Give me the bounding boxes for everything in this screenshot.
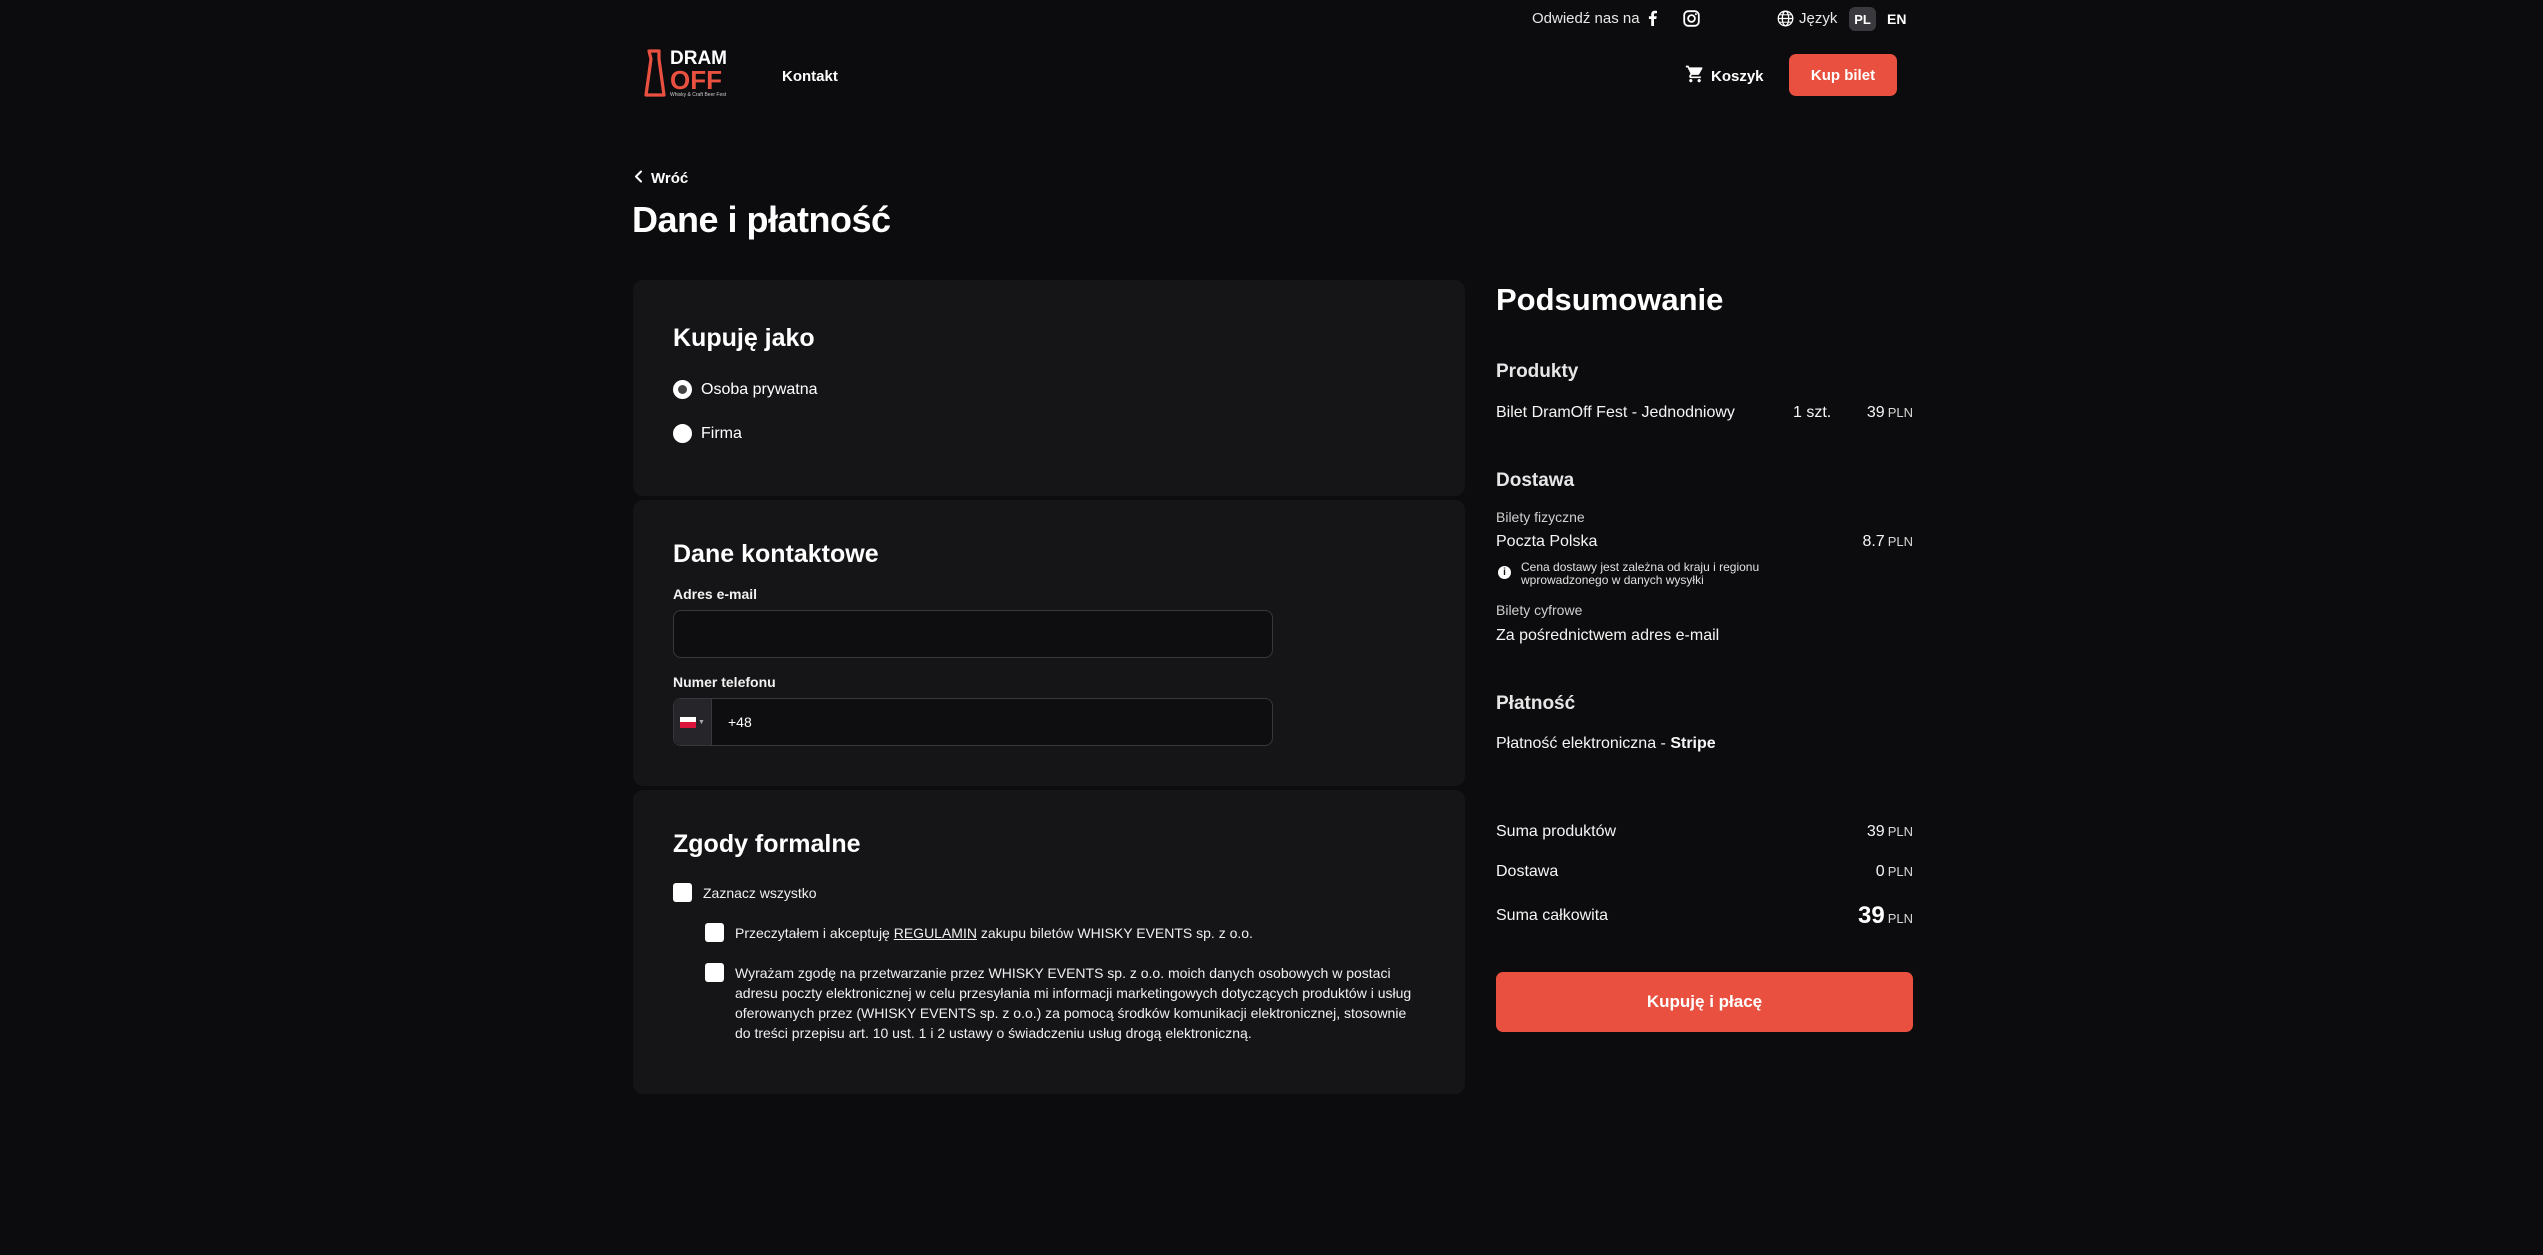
select-all-checkbox-row[interactable]: Zaznacz wszystko: [673, 883, 817, 903]
terms-label: Przeczytałem i akceptuję REGULAMIN zakup…: [735, 925, 1253, 941]
products-sum-value: 39 PLN: [1866, 823, 1913, 840]
physical-delivery-price: 8.7 PLN: [1862, 533, 1913, 550]
visit-us-text: Odwiedź nas na: [1532, 10, 1640, 27]
total-value: 39 PLN: [1858, 902, 1913, 929]
radio-label: Osoba prywatna: [701, 380, 818, 398]
buyer-type-panel: Kupuję jako Osoba prywatna Firma: [633, 280, 1465, 496]
products-sum-label: Suma produktów: [1496, 823, 1617, 840]
contact-panel: Dane kontaktowe Adres e-mail Numer telef…: [633, 500, 1465, 786]
back-label: Wróć: [651, 170, 689, 187]
nav-contact-link[interactable]: Kontakt: [782, 68, 838, 85]
payment-provider: Stripe: [1670, 735, 1716, 752]
country-code-select[interactable]: ▼: [674, 699, 712, 745]
radio-private-person[interactable]: Osoba prywatna: [673, 380, 818, 399]
delivery-sum-value: 0 PLN: [1875, 863, 1913, 880]
phone-input[interactable]: [712, 699, 1272, 745]
delivery-heading: Dostawa: [1496, 470, 1575, 491]
physical-delivery-method: Poczta Polska: [1496, 533, 1598, 550]
marketing-label: Wyrażam zgodę na przetwarzanie przez WHI…: [735, 965, 1412, 1041]
facebook-icon[interactable]: [1643, 9, 1661, 27]
chevron-left-icon: [634, 170, 643, 187]
logo-text-off: OFF: [670, 65, 722, 95]
top-bar: Odwiedź nas na Język PL EN: [0, 0, 2543, 38]
logo-subtitle: Whisky & Craft Beer Fest: [670, 92, 727, 98]
buy-ticket-button[interactable]: Kup bilet: [1789, 54, 1897, 96]
page-title: Dane i płatność: [632, 199, 891, 240]
delivery-info-note: i Cena dostawy jest zależna od kraju i r…: [1498, 561, 1798, 587]
phone-label: Numer telefonu: [673, 674, 776, 690]
language-label: Język: [1799, 10, 1838, 27]
marketing-checkbox-row[interactable]: Wyrażam zgodę na przetwarzanie przez WHI…: [705, 963, 1425, 1043]
cart-label: Koszyk: [1711, 67, 1764, 85]
radio-company[interactable]: Firma: [673, 424, 742, 443]
radio-circle-checked[interactable]: [673, 380, 692, 399]
terms-checkbox[interactable]: [705, 923, 724, 942]
cart-icon: [1685, 64, 1705, 88]
consents-panel: Zgody formalne Zaznacz wszystko Przeczyt…: [633, 790, 1465, 1094]
total-label: Suma całkowita: [1496, 907, 1609, 924]
product-quantity: 1 szt.: [1793, 404, 1832, 421]
contact-heading: Dane kontaktowe: [673, 540, 879, 568]
consents-heading: Zgody formalne: [673, 830, 861, 858]
cart-button[interactable]: Koszyk: [1685, 64, 1764, 88]
payment-method: Płatność elektroniczna - Stripe: [1496, 735, 1716, 752]
delivery-note-text: Cena dostawy jest zależna od kraju i reg…: [1521, 560, 1760, 587]
language-pl-button[interactable]: PL: [1849, 7, 1876, 31]
physical-tickets-label: Bilety fizyczne: [1496, 509, 1585, 525]
back-link[interactable]: Wróć: [634, 170, 688, 187]
language-en-button[interactable]: EN: [1887, 11, 1906, 27]
email-field[interactable]: [673, 610, 1273, 658]
product-name: Bilet DramOff Fest - Jednodniowy: [1496, 404, 1735, 421]
info-icon: i: [1498, 566, 1511, 579]
email-label: Adres e-mail: [673, 586, 758, 602]
phone-field-wrapper: ▼: [673, 698, 1273, 746]
select-all-label: Zaznacz wszystko: [703, 885, 817, 901]
chevron-down-icon: ▼: [698, 718, 705, 726]
instagram-icon[interactable]: [1682, 9, 1700, 27]
buy-and-pay-button[interactable]: Kupuję i płacę: [1496, 972, 1913, 1032]
select-all-checkbox[interactable]: [673, 883, 692, 902]
marketing-checkbox[interactable]: [705, 963, 724, 982]
digital-delivery-method: Za pośrednictwem adres e-mail: [1496, 627, 1720, 644]
product-price: 39 PLN: [1866, 404, 1913, 421]
poland-flag-icon: [680, 716, 697, 728]
radio-label: Firma: [701, 424, 742, 442]
globe-icon: [1777, 10, 1795, 28]
payment-heading: Płatność: [1496, 693, 1576, 714]
summary-title: Podsumowanie: [1496, 282, 1724, 317]
buyer-type-heading: Kupuję jako: [673, 324, 815, 352]
digital-tickets-label: Bilety cyfrowe: [1496, 602, 1583, 618]
terms-checkbox-row[interactable]: Przeczytałem i akceptuję REGULAMIN zakup…: [705, 923, 1425, 943]
regulations-link[interactable]: REGULAMIN: [894, 925, 977, 941]
products-heading: Produkty: [1496, 361, 1579, 382]
delivery-sum-label: Dostawa: [1496, 863, 1559, 880]
radio-circle[interactable]: [673, 424, 692, 443]
